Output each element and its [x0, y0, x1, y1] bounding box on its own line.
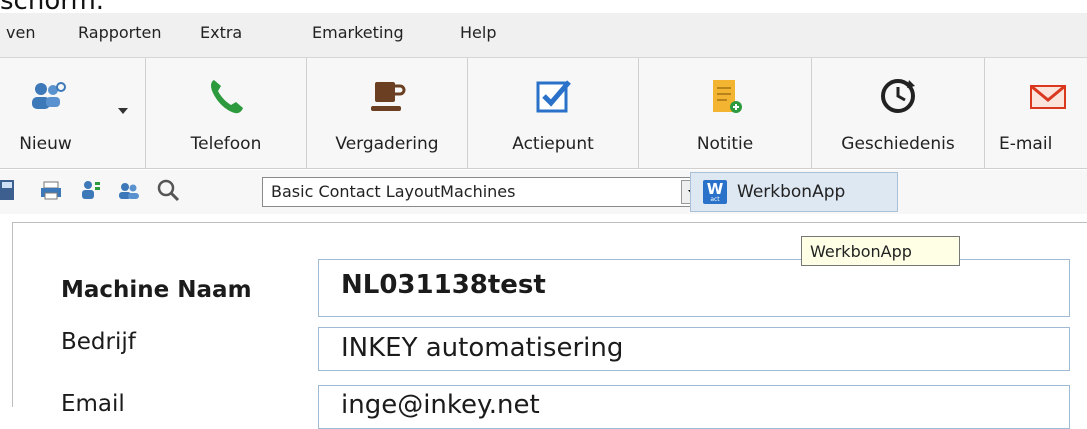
- layout-select-value: Basic Contact LayoutMachines: [271, 182, 516, 201]
- werkbonapp-button-label: WerkbonApp: [737, 182, 846, 202]
- phone-button[interactable]: Telefoon: [146, 58, 307, 168]
- print-icon[interactable]: [40, 178, 62, 202]
- machine-name-field[interactable]: NL031138test: [318, 259, 1070, 317]
- phone-icon: [211, 80, 243, 114]
- menu-item-help[interactable]: Help: [460, 23, 496, 42]
- contacts-group-icon[interactable]: [118, 178, 140, 202]
- menu-item-emarketing[interactable]: Emarketing: [312, 23, 404, 42]
- history-button-label: Geschiedenis: [841, 134, 955, 154]
- email-label: Email: [61, 391, 125, 417]
- envelope-icon: [1030, 84, 1066, 109]
- action-item-button-label: Actiepunt: [512, 134, 594, 154]
- note-button[interactable]: Notitie: [639, 58, 812, 168]
- search-icon[interactable]: [156, 178, 182, 202]
- new-button-label: Nieuw: [19, 134, 72, 154]
- company-field[interactable]: INKEY automatisering: [318, 327, 1070, 371]
- email-value: inge@inkey.net: [341, 390, 540, 420]
- layout-select[interactable]: Basic Contact LayoutMachines: [262, 177, 708, 207]
- menu-item-extra[interactable]: Extra: [200, 23, 242, 42]
- tooltip-text: WerkbonApp: [810, 242, 912, 261]
- history-clock-icon: [881, 79, 915, 113]
- email-button-label: E-mail: [999, 134, 1053, 154]
- coffee-cup-icon: [371, 82, 406, 111]
- checkbox-icon: [536, 80, 571, 113]
- werkbonapp-tooltip: WerkbonApp: [801, 236, 960, 266]
- ribbon-toolbar: Nieuw Telefoon Vergadering Actiepunt Not…: [0, 58, 1087, 169]
- phone-button-label: Telefoon: [190, 134, 262, 154]
- note-button-label: Notitie: [696, 134, 754, 154]
- company-value: INKEY automatisering: [341, 333, 624, 363]
- new-contact-icon: [32, 82, 66, 109]
- werkbonapp-icon: Wact: [703, 180, 727, 204]
- new-dropdown-arrow-icon[interactable]: [118, 108, 128, 114]
- meeting-button[interactable]: Vergadering: [307, 58, 468, 168]
- machine-name-value: NL031138test: [341, 270, 546, 300]
- menu-item-beeld[interactable]: ven: [6, 23, 35, 42]
- contact-card-icon[interactable]: [80, 178, 102, 202]
- email-button[interactable]: E-mail: [985, 58, 1087, 168]
- save-icon[interactable]: [0, 178, 22, 202]
- email-field[interactable]: inge@inkey.net: [318, 385, 1070, 429]
- werkbonapp-button[interactable]: Wact WerkbonApp: [690, 172, 898, 212]
- company-label: Bedrijf: [61, 329, 136, 355]
- history-button[interactable]: Geschiedenis: [812, 58, 985, 168]
- menu-item-rapporten[interactable]: Rapporten: [78, 23, 162, 42]
- machine-name-label: Machine Naam: [61, 277, 252, 303]
- menu-bar: ven Rapporten Extra Emarketing Help: [0, 13, 1087, 58]
- action-item-button[interactable]: Actiepunt: [468, 58, 639, 168]
- note-icon: [713, 80, 742, 113]
- meeting-button-label: Vergadering: [335, 134, 439, 154]
